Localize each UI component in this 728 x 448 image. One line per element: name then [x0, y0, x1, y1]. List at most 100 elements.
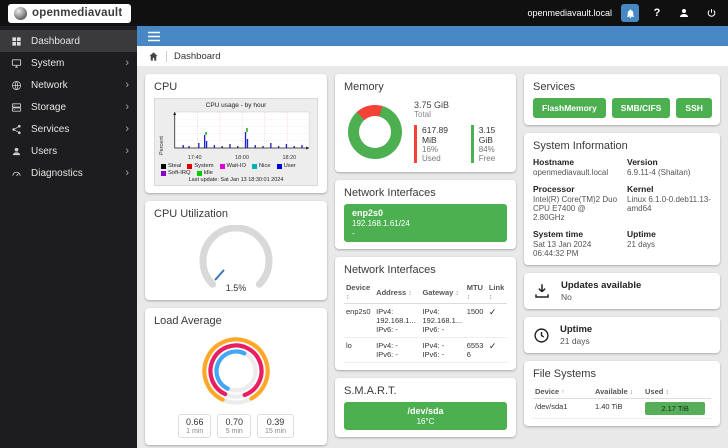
load-average-widget: Load Average 0.66 1 min 0.70 5 min 0.39 …	[145, 308, 327, 445]
widget-title: CPU	[154, 81, 178, 93]
network-interfaces-table: Device ↕ Address ↕ Gateway ↕ MTU ↕ Link …	[344, 281, 507, 363]
chevron-right-icon: ›	[125, 122, 129, 135]
sidebar: Dashboard System › Network › Storage › S…	[0, 26, 137, 448]
column-header-available[interactable]: Available ↕	[593, 385, 643, 399]
load-value: 0.70	[225, 417, 244, 427]
sort-icon: ↕	[346, 294, 350, 301]
interface-tile-enp2s0[interactable]: enp2s0 192.168.1.61/24 -	[344, 204, 507, 242]
uptime-widget: Uptime 21 days	[524, 317, 720, 353]
load-stat-15min: 0.39 15 min	[257, 414, 295, 438]
updates-available-widget: Updates available No	[524, 273, 720, 309]
legend-swatch	[276, 163, 282, 169]
sidebar-item-system[interactable]: System ›	[0, 52, 137, 74]
field-value: 21 days	[627, 240, 656, 249]
table-row: /dev/sda1 1.40 TiB 2.17 TiB	[533, 398, 711, 419]
dashboard-icon	[11, 36, 23, 47]
widget-title: Network Interfaces	[344, 264, 436, 276]
services-icon	[11, 124, 23, 135]
sidebar-item-storage[interactable]: Storage ›	[0, 96, 137, 118]
field-label: Uptime	[627, 229, 656, 239]
column-header-device[interactable]: Device ↕	[344, 281, 375, 304]
cell-mtu: 1500	[464, 303, 487, 338]
sort-icon: ↕	[488, 294, 493, 301]
cpu-rrd-graph: CPU usage - by hour Percent 17:40 18:00 …	[154, 98, 318, 186]
cell-gateway: IPv4: 192.168.1... IPv6: -	[420, 303, 465, 338]
load-label: 1 min	[186, 428, 204, 435]
sidebar-item-label: System	[31, 57, 65, 69]
sort-ascending-icon: ↑	[561, 389, 565, 396]
updates-value: No	[561, 292, 572, 302]
column-header-mtu[interactable]: MTU ↕	[464, 281, 487, 304]
check-icon: ✓	[488, 307, 497, 317]
logo[interactable]: openmediavault	[8, 3, 132, 23]
filesystems-table: Device ↑ Available ↕ Used ↕ /dev/sda1 1.…	[533, 385, 711, 419]
legend-item: Wait-IO	[219, 163, 246, 169]
help-button[interactable]: ?	[648, 4, 666, 22]
help-icon: ?	[653, 7, 661, 19]
widget-title: Load Average	[154, 315, 222, 327]
chevron-right-icon: ›	[125, 100, 129, 113]
hostname-label: openmediavault.local	[527, 8, 612, 18]
memory-total-label: Total	[414, 110, 431, 119]
chevron-right-icon: ›	[125, 166, 129, 179]
load-label: 5 min	[225, 428, 243, 435]
column-header-used[interactable]: Used ↕	[643, 385, 711, 399]
legend-item: Nice	[251, 163, 271, 169]
memory-free-value: 3.15 GiB	[478, 125, 496, 145]
sidebar-item-dashboard[interactable]: Dashboard	[0, 30, 137, 52]
notifications-button[interactable]	[621, 4, 639, 22]
diagnostics-icon	[11, 168, 23, 179]
memory-total-value: 3.75 GiB	[414, 100, 450, 110]
cpu-widget: CPU CPU usage - by hour Percent 17:40 18…	[145, 74, 327, 193]
cell-device: lo	[344, 337, 375, 363]
sidebar-item-users[interactable]: Users ›	[0, 140, 137, 162]
home-icon[interactable]	[148, 51, 159, 62]
load-value: 0.66	[185, 417, 204, 427]
info-field-uptime: Uptime 21 days	[627, 229, 711, 258]
sidebar-item-label: Services	[31, 123, 70, 135]
memory-free-label: Free	[478, 154, 496, 163]
user-menu-button[interactable]	[675, 4, 693, 22]
legend-swatch	[161, 170, 166, 176]
sidebar-item-services[interactable]: Services ›	[0, 118, 137, 140]
cell-mtu: 65536	[464, 337, 487, 363]
power-button[interactable]	[702, 4, 720, 22]
service-button-ssh[interactable]: SSH	[676, 98, 712, 118]
smart-device-tile[interactable]: /dev/sda 16°C	[344, 402, 507, 430]
service-button-smbcifs[interactable]: SMB/CIFS	[611, 98, 671, 118]
service-button-flashmemory[interactable]: FlashMemory	[533, 98, 606, 118]
info-field-kernel: Kernel Linux 6.1.0-0.deb11.13-amd64	[627, 184, 711, 222]
field-value: Linux 6.1.0-0.deb11.13-amd64	[627, 195, 711, 213]
field-value: 6.9.11-4 (Shaitan)	[627, 168, 691, 177]
chevron-right-icon: ›	[125, 144, 129, 157]
services-widget: Services FlashMemory SMB/CIFS SSH	[524, 74, 720, 125]
clock-icon	[533, 327, 550, 344]
column-header-gateway[interactable]: Gateway ↕	[420, 281, 465, 304]
cell-device: enp2s0	[344, 303, 375, 338]
x-tick: 17:40	[187, 155, 202, 161]
legend-item: Idle	[196, 170, 213, 176]
system-icon	[11, 58, 23, 69]
load-stat-5min: 0.70 5 min	[217, 414, 252, 438]
widget-title: Network Interfaces	[344, 187, 436, 199]
interface-extra: -	[352, 229, 355, 238]
users-icon	[11, 146, 23, 157]
table-row: lo IPv4: - IPv6: - IPv4: - IPv6: - 65536 ✓	[344, 337, 507, 363]
sidebar-item-network[interactable]: Network ›	[0, 74, 137, 96]
cell-available: 1.40 TiB	[593, 398, 643, 419]
blue-toolbar	[137, 26, 728, 46]
network-interfaces-panel-widget: Network Interfaces enp2s0 192.168.1.61/2…	[335, 180, 516, 249]
column-header-address[interactable]: Address ↕	[374, 281, 421, 304]
logo-text: openmediavault	[32, 7, 123, 19]
legend-swatch	[161, 163, 166, 169]
menu-toggle-button[interactable]	[147, 31, 161, 42]
sidebar-item-diagnostics[interactable]: Diagnostics ›	[0, 162, 137, 184]
cpu-utilization-widget: CPU Utilization 1.5%	[145, 201, 327, 300]
memory-widget: Memory 3.75 GiB Total 617.89 MiB 16% Use…	[335, 74, 516, 172]
column-header-link[interactable]: Link ↕	[486, 281, 507, 304]
memory-free-percent: 84%	[478, 145, 495, 154]
sidebar-item-label: Storage	[31, 101, 67, 113]
memory-used-stat: 617.89 MiB 16% Used	[414, 125, 459, 163]
field-value: openmediavault.local	[533, 168, 609, 177]
column-header-device[interactable]: Device ↑	[533, 385, 593, 399]
